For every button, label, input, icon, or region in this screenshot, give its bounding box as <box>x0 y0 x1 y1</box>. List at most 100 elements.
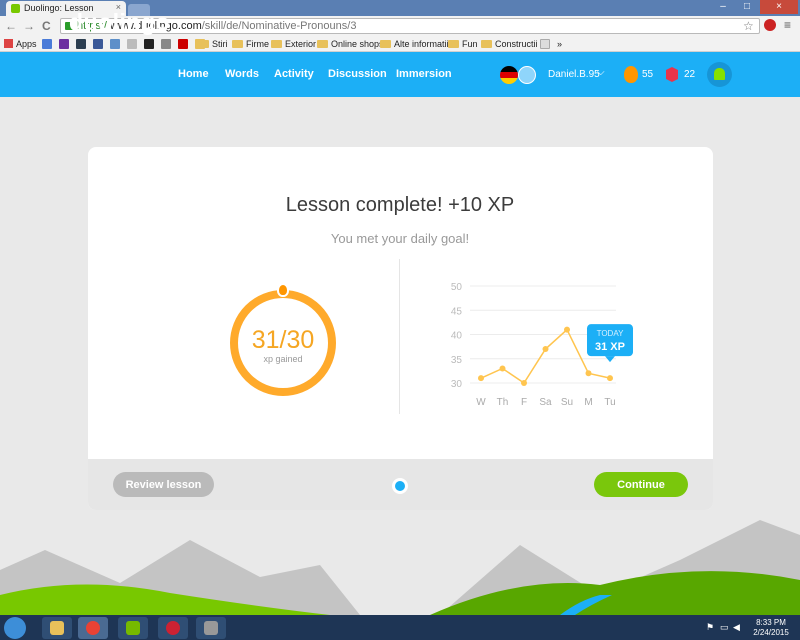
tooltip-value: 31 XP <box>595 341 625 353</box>
bookmark-star-icon[interactable]: ☆ <box>743 19 754 33</box>
taskbar-chrome[interactable] <box>78 617 108 639</box>
x-tick-label: Sa <box>539 397 552 408</box>
data-point <box>585 370 592 377</box>
continue-button[interactable]: Continue <box>594 472 688 497</box>
chevron-down-icon[interactable]: ⌵ <box>597 67 605 78</box>
nav-immersion[interactable]: Immersion <box>396 68 452 80</box>
bookmark-folder-online-shops[interactable]: Online shops <box>317 38 384 50</box>
lingot-count: 22 <box>684 69 696 80</box>
x-tick-label: Th <box>497 397 509 408</box>
data-point <box>521 380 527 386</box>
lingot-gem-icon[interactable] <box>666 67 678 82</box>
progress-dot-fill <box>395 481 405 491</box>
bookmark-folder-fun[interactable]: Fun <box>448 38 478 50</box>
reload-icon[interactable]: C <box>42 19 51 33</box>
clock-date: 2/24/2015 <box>753 628 789 637</box>
bookmark-yahoo-icon[interactable] <box>59 39 69 49</box>
nvidia-icon <box>126 621 140 635</box>
lesson-title: Lesson complete! +10 XP <box>285 194 515 216</box>
streak-count: 55 <box>642 69 654 80</box>
flame-icon <box>277 283 289 297</box>
forward-arrow-icon[interactable]: → <box>23 19 35 33</box>
avatar[interactable] <box>518 66 536 84</box>
folder-icon <box>198 40 209 48</box>
bookmark-page-icon[interactable] <box>540 39 550 49</box>
data-point <box>478 375 484 382</box>
progress-indicator <box>392 478 408 494</box>
bookmark-site-icon[interactable] <box>110 39 120 49</box>
bookmark-site-icon[interactable] <box>127 39 137 49</box>
bookmark-folder-firme[interactable]: Firme <box>232 38 269 50</box>
bookmark-site-icon[interactable] <box>161 39 171 49</box>
folder-icon <box>317 40 328 48</box>
bookmark-imdb-icon[interactable] <box>144 39 154 49</box>
bookmark-folder-alte-informatii[interactable]: Alte informatii <box>380 38 449 50</box>
duolingo-logo[interactable]: duolingo <box>69 9 170 36</box>
taskbar-nvidia[interactable] <box>118 617 148 639</box>
back-arrow-icon[interactable]: ← <box>5 19 17 33</box>
x-tick-label: Tu <box>604 397 615 408</box>
y-tick-label: 35 <box>451 355 463 366</box>
volume-tray-icon[interactable]: ◀ <box>733 622 740 633</box>
nav-home[interactable]: Home <box>178 68 209 80</box>
folder-icon <box>232 40 243 48</box>
nav-activity[interactable]: Activity <box>274 68 314 80</box>
extension-icon[interactable] <box>764 19 776 31</box>
y-tick-label: 45 <box>451 306 463 317</box>
data-point <box>564 326 570 333</box>
start-button-icon[interactable] <box>4 617 26 639</box>
taskbar-app[interactable] <box>196 617 226 639</box>
bookmark-folder-stiri[interactable]: Stiri <box>198 38 228 50</box>
clock-time: 8:33 PM <box>756 618 786 627</box>
tooltip-label: TODAY <box>597 329 624 338</box>
bookmark-folder-exterior[interactable]: Exterior <box>271 38 316 50</box>
username[interactable]: Daniel.B.95 <box>548 69 600 80</box>
folder-icon <box>271 40 282 48</box>
german-flag-icon[interactable] <box>500 66 518 84</box>
bookmark-folder-constructii[interactable]: Constructii <box>481 38 538 50</box>
bookmarks-more-button[interactable]: » <box>557 38 562 50</box>
divider <box>399 259 400 414</box>
network-tray-icon[interactable]: ▭ <box>720 622 729 633</box>
x-tick-label: W <box>476 397 486 408</box>
url-path: /skill/de/Nominative-Pronouns/3 <box>201 20 357 32</box>
data-point <box>542 346 549 353</box>
weekly-xp-chart-svg: 50 45 40 35 30 W Th F Sa Su M Tu TODAY 31 XP <box>451 282 633 408</box>
bookmark-google-icon[interactable] <box>42 39 52 49</box>
app-icon <box>204 621 218 635</box>
nav-discussion[interactable]: Discussion <box>328 68 387 80</box>
taskbar-clock[interactable]: 8:33 PM 2/24/2015 <box>748 618 794 638</box>
x-tick-label: M <box>584 397 592 408</box>
review-lesson-button[interactable]: Review lesson <box>113 472 214 497</box>
bookmark-facebook-icon[interactable] <box>93 39 103 49</box>
nav-words[interactable]: Words <box>225 68 259 80</box>
window-close-button[interactable]: × <box>760 0 798 14</box>
y-tick-label: 40 <box>451 331 463 342</box>
folder-icon <box>481 40 492 48</box>
streak-fire-icon[interactable] <box>624 66 638 83</box>
taskbar-explorer[interactable] <box>42 617 72 639</box>
data-point <box>607 375 613 382</box>
folder-icon <box>448 40 459 48</box>
browser-menu-icon[interactable]: ≡ <box>784 18 791 32</box>
folder-icon <box>380 40 391 48</box>
bookmarks-bar: Apps Stiri Firme Exterior Online shops A… <box>0 36 800 52</box>
weekly-xp-chart: 50 45 40 35 30 W Th F Sa Su M Tu TODAY 31 XP <box>430 270 650 420</box>
bookmark-site-icon[interactable] <box>178 39 188 49</box>
window-maximize-button[interactable]: □ <box>736 0 758 14</box>
x-tick-label: F <box>521 397 527 408</box>
chrome-icon <box>86 621 100 635</box>
daily-goal-message: You met your daily goal! <box>330 231 470 246</box>
landscape-illustration <box>0 520 800 615</box>
window-minimize-button[interactable]: – <box>712 0 734 14</box>
y-tick-label: 30 <box>451 379 463 390</box>
xp-label: xp gained <box>263 354 303 364</box>
taskbar-app[interactable] <box>158 617 188 639</box>
app-icon <box>166 621 180 635</box>
x-tick-label: Su <box>561 397 573 408</box>
bookmark-apps[interactable]: Apps <box>4 38 37 50</box>
bookmark-site-icon[interactable] <box>76 39 86 49</box>
flag-tray-icon[interactable]: ⚑ <box>706 622 714 633</box>
duolingo-favicon-icon <box>11 4 20 13</box>
y-tick-label: 50 <box>451 282 463 293</box>
